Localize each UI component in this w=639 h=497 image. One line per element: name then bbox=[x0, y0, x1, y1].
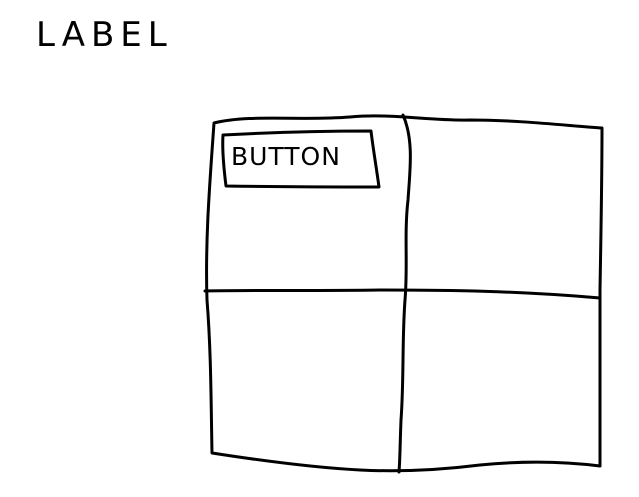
grid-cell-top-right bbox=[405, 112, 605, 292]
grid-cell-bottom-right bbox=[405, 292, 605, 478]
grid-panel: BUTTON bbox=[205, 112, 605, 478]
button-label: BUTTON bbox=[231, 142, 341, 171]
grid-cell-top-left: BUTTON bbox=[205, 112, 405, 292]
grid-cell-bottom-left bbox=[205, 292, 405, 478]
button[interactable]: BUTTON bbox=[223, 132, 379, 186]
